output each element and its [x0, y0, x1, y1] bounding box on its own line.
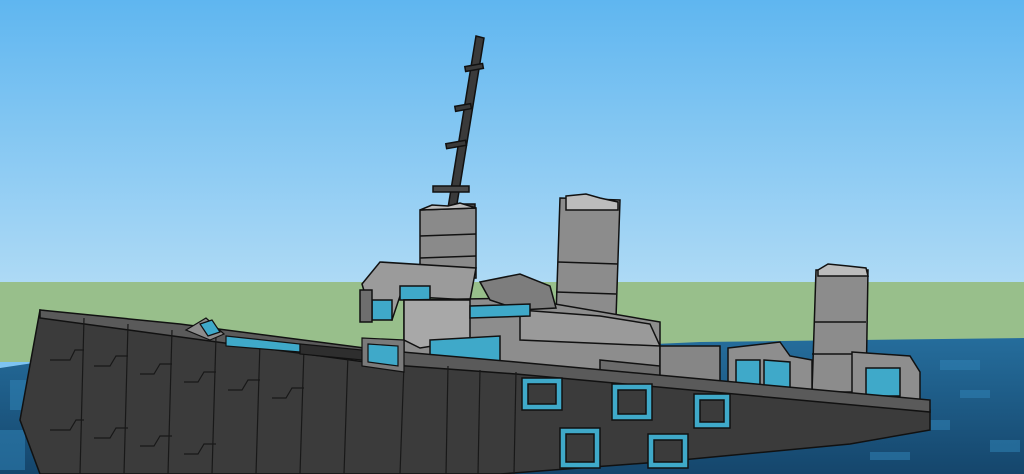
sky [0, 0, 1024, 284]
scene-canvas[interactable] [0, 0, 1024, 474]
game-viewport[interactable] [0, 0, 1024, 474]
main-funnel[interactable] [555, 193, 621, 319]
